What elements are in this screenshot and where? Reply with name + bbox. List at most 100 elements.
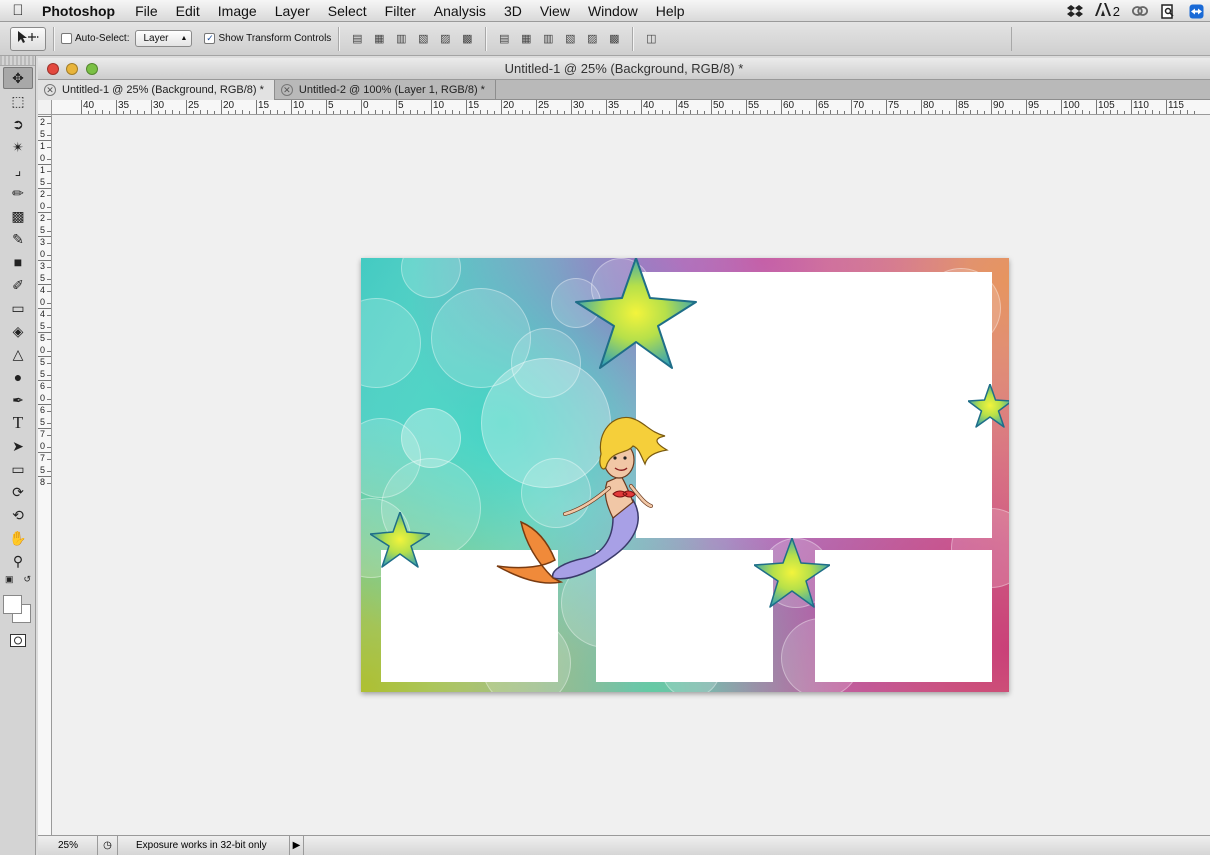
history-brush-tool-icon[interactable]: ✐ (3, 274, 33, 296)
menu-edit[interactable]: Edit (167, 3, 209, 19)
brush-tool-icon[interactable]: ✎ (3, 228, 33, 250)
default-colors-icon[interactable]: ▣ (5, 574, 14, 585)
paint-bucket-tool-icon[interactable]: ◈ (3, 320, 33, 342)
hand-tool-icon[interactable]: ✋ (3, 527, 33, 549)
ruler-minor-tick (1187, 110, 1188, 114)
ruler-label: 100 (1063, 100, 1080, 111)
menu-view[interactable]: View (531, 3, 579, 19)
menu-file[interactable]: File (126, 3, 167, 19)
ruler-minor-tick (1019, 111, 1020, 114)
dodge-tool-icon[interactable]: ● (3, 366, 33, 388)
auto-select-target-dropdown[interactable]: Layer ▲ (135, 30, 193, 47)
vertical-ruler[interactable]: 2 5 1 0 1 5 2 0 2 5 3 0 3 5 4 0 4 5 5 0 5 5 6 0 6 5 7 0 7 5 8 (38, 115, 52, 835)
blur-tool-icon[interactable]: △ (3, 343, 33, 365)
distribute-right-edges-icon[interactable]: ▩ (607, 32, 621, 46)
creative-cloud-icon[interactable] (1132, 3, 1148, 19)
auto-select-checkbox[interactable]: Auto-Select: (61, 33, 129, 44)
quick-mask-icon[interactable] (3, 629, 33, 651)
menu-layer[interactable]: Layer (266, 3, 319, 19)
document-canvas[interactable] (361, 258, 1009, 692)
teamviewer-icon[interactable] (1188, 3, 1204, 19)
pen-tool-icon[interactable]: ✒ (3, 389, 33, 411)
crop-tool-icon[interactable]: ⌟ (3, 159, 33, 181)
ruler-minor-tick (1040, 110, 1041, 114)
menu-3d[interactable]: 3D (495, 3, 531, 19)
type-tool-icon[interactable]: T (3, 412, 33, 434)
status-menu-arrow-icon[interactable]: ▶ (290, 835, 304, 855)
ruler-major-tick (291, 100, 292, 114)
3d-rotate-tool-icon[interactable]: ⟳ (3, 481, 33, 503)
ruler-label: 5 (39, 273, 45, 283)
menu-app[interactable]: Photoshop (36, 3, 126, 19)
ruler-minor-tick (445, 110, 446, 114)
horizontal-ruler[interactable]: 40 35 30 25 20 15 10 5 0 5 10 15 20 25 30 35 40 45 50 55 60 6… (52, 100, 1210, 115)
timing-icon[interactable]: ◷ (98, 835, 118, 855)
ruler-minor-tick (270, 110, 271, 114)
ruler-major-tick (571, 100, 572, 114)
ruler-minor-tick (900, 110, 901, 114)
align-bottom-edges-icon[interactable]: ▥ (394, 32, 408, 46)
align-vertical-centers-icon[interactable]: ▦ (372, 32, 386, 46)
clone-stamp-tool-icon[interactable]: ■ (3, 251, 33, 273)
tab-untitled-1[interactable]: ✕ Untitled-1 @ 25% (Background, RGB/8) * (38, 80, 275, 100)
tab-untitled-2[interactable]: ✕ Untitled-2 @ 100% (Layer 1, RGB/8) * (275, 80, 496, 100)
quick-selection-tool-icon[interactable]: ✴ (3, 136, 33, 158)
ruler-minor-tick (893, 111, 894, 114)
ruler-major-tick (466, 100, 467, 114)
menu-window[interactable]: Window (579, 3, 647, 19)
align-left-edges-icon[interactable]: ▧ (416, 32, 430, 46)
distribute-bottom-edges-icon[interactable]: ▥ (541, 32, 555, 46)
adobe-tray-item[interactable]: 2 (1094, 3, 1120, 19)
ruler-minor-tick (599, 111, 600, 114)
healing-brush-tool-icon[interactable]: ▩ (3, 205, 33, 227)
menu-select[interactable]: Select (319, 3, 376, 19)
ruler-origin[interactable] (38, 100, 52, 115)
show-transform-controls-box[interactable]: ✓ (204, 33, 216, 44)
zoom-window-button[interactable] (86, 63, 98, 75)
ruler-label: 5 (39, 357, 45, 367)
ruler-minor-tick (319, 111, 320, 114)
ruler-label: 40 (643, 100, 655, 111)
ruler-minor-tick (949, 111, 950, 114)
ruler-minor-tick (1054, 111, 1055, 114)
shape-tool-icon[interactable]: ▭ (3, 458, 33, 480)
marquee-tool-icon[interactable]: ⬚ (3, 90, 33, 112)
menu-analysis[interactable]: Analysis (425, 3, 495, 19)
distribute-horizontal-centers-icon[interactable]: ▨ (585, 32, 599, 46)
ruler-major-tick (501, 100, 502, 114)
close-tab-icon[interactable]: ✕ (44, 84, 56, 96)
tool-preset-picker[interactable] (10, 26, 46, 51)
distribute-vertical-centers-icon[interactable]: ▦ (519, 32, 533, 46)
menu-image[interactable]: Image (209, 3, 266, 19)
menu-filter[interactable]: Filter (376, 3, 425, 19)
foreground-color-swatch[interactable] (3, 595, 22, 614)
move-tool-icon[interactable]: ✥ (3, 67, 33, 89)
show-transform-controls-checkbox[interactable]: ✓ Show Transform Controls (204, 33, 331, 44)
photo-placeholder-bottom-right[interactable] (815, 550, 992, 682)
distribute-top-edges-icon[interactable]: ▤ (497, 32, 511, 46)
close-tab-icon[interactable]: ✕ (280, 84, 293, 96)
3d-orbit-tool-icon[interactable]: ⟲ (3, 504, 33, 526)
tools-panel-grip[interactable] (0, 56, 35, 66)
document-search-icon[interactable] (1160, 3, 1176, 19)
zoom-level[interactable]: 25% (38, 835, 98, 855)
close-window-button[interactable] (47, 63, 59, 75)
auto-align-layers-icon[interactable]: ◫ (644, 32, 658, 46)
align-horizontal-centers-icon[interactable]: ▨ (438, 32, 452, 46)
eyedropper-tool-icon[interactable]: ✏ (3, 182, 33, 204)
minimize-window-button[interactable] (66, 63, 78, 75)
zoom-tool-icon[interactable]: ⚲ (3, 550, 33, 572)
dropbox-icon[interactable] (1066, 3, 1083, 19)
lasso-tool-icon[interactable]: ➲ (3, 113, 33, 135)
eraser-tool-icon[interactable]: ▭ (3, 297, 33, 319)
ruler-minor-tick (109, 111, 110, 114)
align-top-edges-icon[interactable]: ▤ (350, 32, 364, 46)
align-right-edges-icon[interactable]: ▩ (460, 32, 474, 46)
menu-help[interactable]: Help (647, 3, 694, 19)
auto-select-box[interactable] (61, 33, 72, 44)
apple-menu-icon[interactable]:  (0, 2, 36, 19)
path-selection-tool-icon[interactable]: ➤ (3, 435, 33, 457)
swap-colors-icon[interactable]: ↺ (23, 574, 31, 585)
ruler-minor-tick (47, 183, 51, 184)
distribute-left-edges-icon[interactable]: ▧ (563, 32, 577, 46)
